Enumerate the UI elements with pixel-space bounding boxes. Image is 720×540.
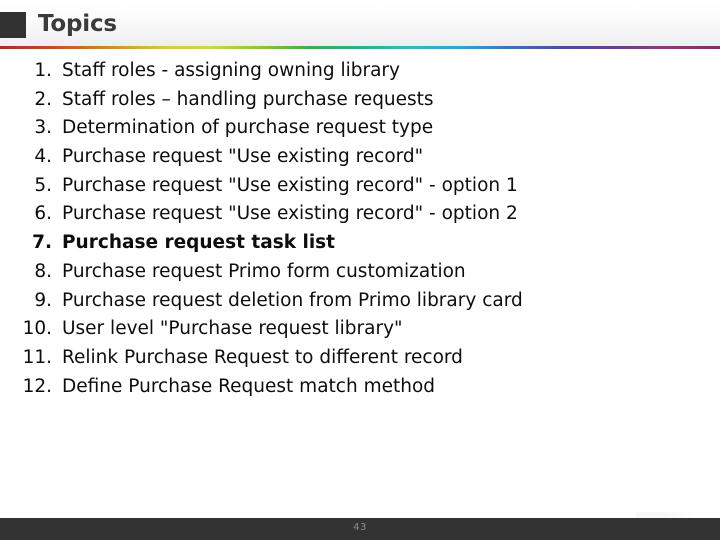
page-number: 43: [353, 522, 367, 533]
list-item-label: Staff roles – handling purchase requests: [62, 88, 434, 110]
list-item[interactable]: 12. Define Purchase Request match method: [0, 376, 720, 405]
list-item-number: 7.: [32, 232, 52, 254]
list-item-label: Purchase request Primo form customizatio…: [62, 260, 466, 282]
list-item-label: Determination of purchase request type: [62, 117, 434, 139]
list-item-number: 6.: [34, 203, 52, 225]
list-item[interactable]: 11. Relink Purchase Request to different…: [0, 347, 720, 376]
list-item[interactable]: 9. Purchase request deletion from Primo …: [0, 290, 720, 319]
slide-header: Topics: [0, 0, 720, 46]
list-item-number: 12.: [22, 375, 52, 397]
list-item-number: 11.: [22, 346, 52, 368]
list-item-label: Purchase request deletion from Primo lib…: [62, 289, 523, 311]
list-item[interactable]: 10. User level "Purchase request library…: [0, 318, 720, 347]
dark-square-bullet-icon: [0, 12, 26, 38]
list-item-number: 3.: [34, 117, 52, 139]
page-title: Topics: [38, 11, 117, 37]
list-item[interactable]: 1. Staff roles - assigning owning librar…: [0, 60, 720, 89]
list-item[interactable]: 5. Purchase request "Use existing record…: [0, 175, 720, 204]
list-item-highlighted[interactable]: 7. Purchase request task list: [0, 232, 720, 261]
list-item-number: 5.: [34, 174, 52, 196]
list-item-number: 10.: [22, 318, 52, 340]
list-item-number: 8.: [34, 260, 52, 282]
topics-list: 1. Staff roles - assigning owning librar…: [0, 60, 720, 404]
list-item[interactable]: 6. Purchase request "Use existing record…: [0, 203, 720, 232]
slide-footer: 43: [0, 518, 720, 540]
list-item-label: Purchase request task list: [62, 232, 336, 254]
list-item-number: 9.: [34, 289, 52, 311]
list-item[interactable]: 4. Purchase request "Use existing record…: [0, 146, 720, 175]
slide: Topics 1. Staff roles - assigning owning…: [0, 0, 720, 540]
list-item-label: Purchase request "Use existing record" -…: [62, 203, 518, 225]
rainbow-divider: [0, 46, 720, 49]
list-item-number: 4.: [34, 146, 52, 168]
list-item-label: Define Purchase Request match method: [62, 375, 436, 397]
list-item-number: 1.: [34, 60, 52, 81]
list-item-label: Relink Purchase Request to different rec…: [62, 346, 463, 368]
list-item[interactable]: 8. Purchase request Primo form customiza…: [0, 261, 720, 290]
list-item-label: Staff roles - assigning owning library: [62, 60, 400, 81]
list-item[interactable]: 2. Staff roles – handling purchase reque…: [0, 89, 720, 118]
list-item-number: 2.: [34, 88, 52, 110]
list-item-label: Purchase request "Use existing record": [62, 146, 424, 168]
list-item[interactable]: 3. Determination of purchase request typ…: [0, 117, 720, 146]
list-item-label: User level "Purchase request library": [62, 318, 403, 340]
list-item-label: Purchase request "Use existing record" -…: [62, 174, 518, 196]
